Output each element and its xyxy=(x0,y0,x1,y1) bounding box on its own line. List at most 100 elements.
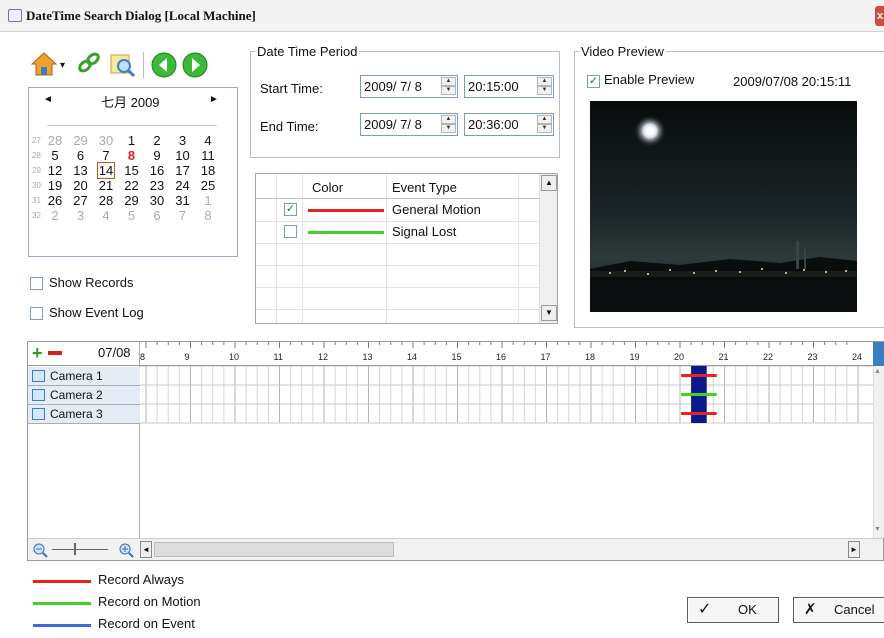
timeline-scroll-left[interactable]: ◄ xyxy=(140,541,152,558)
event-type-checkbox[interactable] xyxy=(284,225,297,238)
calendar-day[interactable]: 25 xyxy=(200,178,216,193)
calendar-day[interactable]: 8 xyxy=(200,208,216,223)
calendar-prev-month[interactable]: ◄ xyxy=(43,94,53,105)
calendar-day[interactable]: 18 xyxy=(200,163,216,178)
calendar-day[interactable]: 17 xyxy=(175,163,191,178)
calendar-day[interactable]: 24 xyxy=(175,178,191,193)
calendar-day[interactable]: 22 xyxy=(124,178,140,193)
end-time-field[interactable]: 20:36:00 ▲ ▼ xyxy=(464,113,554,136)
calendar-day[interactable]: 7 xyxy=(175,208,191,223)
dropdown-arrow-icon[interactable]: ▾ xyxy=(60,60,65,71)
timeline-grid[interactable] xyxy=(140,366,873,538)
calendar-day[interactable]: 2 xyxy=(149,133,165,148)
start-date-down[interactable]: ▼ xyxy=(441,86,456,95)
month-calendar[interactable]: ◄ 七月 2009 ► 27 28 29 30 1 2 3 4 28 5 6 7 8 9 10 11 29 12 1… xyxy=(28,87,238,257)
scroll-up-button[interactable]: ▲ xyxy=(541,175,557,191)
calendar-day[interactable]: 30 xyxy=(149,193,165,208)
camera-label: Camera 1 xyxy=(50,369,103,383)
calendar-day[interactable]: 2 xyxy=(47,208,63,223)
calendar-day[interactable]: 16 xyxy=(149,163,165,178)
calendar-day[interactable]: 15 xyxy=(124,163,140,178)
ok-button[interactable]: ✓ OK xyxy=(687,597,779,623)
zoom-slider-track[interactable] xyxy=(52,549,108,550)
enable-preview-checkbox[interactable]: ✓ xyxy=(587,75,600,88)
timeline-scroll-down[interactable]: ▼ xyxy=(874,526,881,533)
calendar-day[interactable]: 21 xyxy=(98,178,114,193)
timeline-panel[interactable]: + 07/08 Camera 1 Camera 2 Camera 3 8 9 10 11 1… xyxy=(27,341,884,561)
timeline-scroll-right[interactable]: ► xyxy=(848,541,860,558)
calendar-day[interactable]: 5 xyxy=(124,208,140,223)
end-date-up[interactable]: ▲ xyxy=(441,115,456,124)
calendar-day[interactable]: 26 xyxy=(47,193,63,208)
calendar-day[interactable]: 29 xyxy=(124,193,140,208)
event-table-scrollbar[interactable]: ▲ ▼ xyxy=(539,174,557,323)
start-time-field[interactable]: 20:15:00 ▲ ▼ xyxy=(464,75,554,98)
home-icon[interactable] xyxy=(30,50,58,81)
forward-icon[interactable] xyxy=(182,52,208,81)
calendar-day[interactable]: 6 xyxy=(73,148,89,163)
start-date-field[interactable]: 2009/ 7/ 8 ▲ ▼ xyxy=(360,75,458,98)
camera-row[interactable]: Camera 1 xyxy=(28,367,140,386)
calendar-day[interactable]: 1 xyxy=(200,193,216,208)
start-time-up[interactable]: ▲ xyxy=(537,77,552,86)
calendar-day[interactable]: 4 xyxy=(200,133,216,148)
calendar-day[interactable]: 4 xyxy=(98,208,114,223)
start-time-down[interactable]: ▼ xyxy=(537,86,552,95)
calendar-day[interactable]: 28 xyxy=(98,193,114,208)
calendar-day[interactable]: 30 xyxy=(98,133,114,148)
search-icon[interactable] xyxy=(108,50,136,81)
calendar-day[interactable]: 28 xyxy=(47,133,63,148)
calendar-day[interactable]: 19 xyxy=(47,178,63,193)
calendar-day[interactable]: 31 xyxy=(175,193,191,208)
zoom-in-plus-icon[interactable]: + xyxy=(32,343,43,364)
back-icon[interactable] xyxy=(151,52,177,81)
calendar-day[interactable]: 7 xyxy=(98,148,114,163)
calendar-day[interactable]: 27 xyxy=(73,193,89,208)
show-records-checkbox[interactable] xyxy=(30,277,43,290)
end-time-down[interactable]: ▼ xyxy=(537,124,552,133)
close-button[interactable]: x xyxy=(875,6,884,26)
calendar-day[interactable]: 6 xyxy=(149,208,165,223)
event-type-table[interactable]: Color Event Type ✓ General Motion Signal L… xyxy=(255,173,558,324)
timeline-vertical-scrollbar[interactable]: ▲ ▼ xyxy=(873,366,884,538)
calendar-next-month[interactable]: ► xyxy=(209,94,219,105)
calendar-day[interactable]: 13 xyxy=(73,163,89,178)
camera-row[interactable]: Camera 2 xyxy=(28,386,140,405)
timeline-scroll-up[interactable]: ▲ xyxy=(874,368,881,375)
timeline-grid-toggle-icon[interactable] xyxy=(873,342,884,366)
calendar-day[interactable]: 9 xyxy=(149,148,165,163)
calendar-day[interactable]: 29 xyxy=(73,133,89,148)
calendar-day[interactable]: 11 xyxy=(200,148,216,163)
zoom-out-minus-icon[interactable] xyxy=(48,351,62,355)
start-date-up[interactable]: ▲ xyxy=(441,77,456,86)
calendar-day[interactable]: 12 xyxy=(47,163,63,178)
calendar-day[interactable]: 8 xyxy=(124,148,140,163)
zoom-slider-thumb[interactable] xyxy=(74,543,76,555)
calendar-day[interactable]: 1 xyxy=(124,133,140,148)
zoom-in-magnifier-icon[interactable] xyxy=(118,542,134,561)
link-icon[interactable] xyxy=(76,50,102,79)
timeline-scroll-thumb[interactable] xyxy=(154,542,394,557)
end-date-down[interactable]: ▼ xyxy=(441,124,456,133)
show-event-log-checkbox[interactable] xyxy=(30,307,43,320)
cancel-button[interactable]: ✗ Cancel xyxy=(793,597,884,623)
end-time-up[interactable]: ▲ xyxy=(537,115,552,124)
column-header-event-type[interactable]: Event Type xyxy=(392,180,457,195)
camera-row[interactable]: Camera 3 xyxy=(28,405,140,424)
zoom-out-magnifier-icon[interactable] xyxy=(32,542,48,561)
calendar-day[interactable]: 3 xyxy=(73,208,89,223)
hour-tick-label: 16 xyxy=(496,352,507,362)
scroll-down-button[interactable]: ▼ xyxy=(541,305,557,321)
calendar-day[interactable]: 10 xyxy=(175,148,191,163)
hour-tick-label: 20 xyxy=(674,352,685,362)
calendar-day[interactable]: 14 xyxy=(97,162,115,179)
event-type-checkbox[interactable]: ✓ xyxy=(284,203,297,216)
calendar-day[interactable]: 3 xyxy=(175,133,191,148)
end-time-label: End Time: xyxy=(260,119,319,134)
column-header-color[interactable]: Color xyxy=(312,180,343,195)
calendar-day[interactable]: 5 xyxy=(47,148,63,163)
calendar-day[interactable]: 20 xyxy=(73,178,89,193)
calendar-day[interactable]: 23 xyxy=(149,178,165,193)
end-date-field[interactable]: 2009/ 7/ 8 ▲ ▼ xyxy=(360,113,458,136)
show-event-log-label: Show Event Log xyxy=(49,305,144,320)
